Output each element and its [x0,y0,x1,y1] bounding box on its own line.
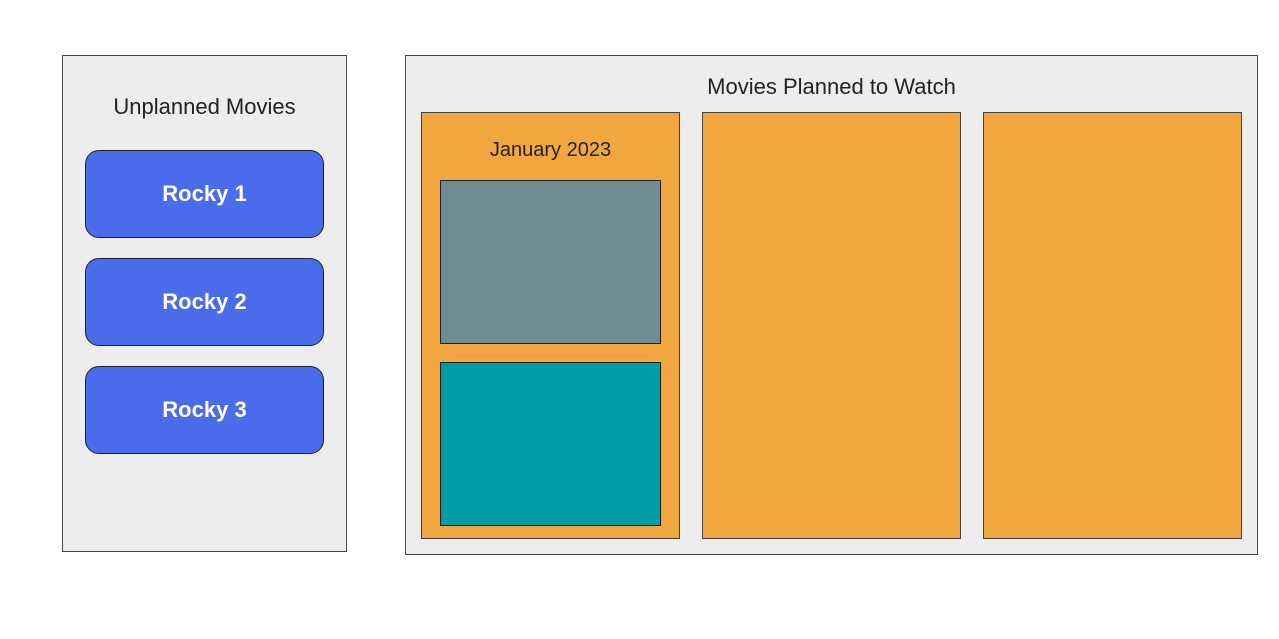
month-column[interactable]: January 2023 [421,112,680,539]
planned-movies-title: Movies Planned to Watch [406,56,1257,112]
month-column[interactable] [702,112,961,539]
month-column[interactable] [983,112,1242,539]
months-row: January 2023 [406,112,1257,539]
slot-list [422,180,679,526]
movie-card-label: Rocky 2 [162,289,246,315]
movie-slot[interactable] [440,180,661,344]
movie-card[interactable]: Rocky 3 [85,366,324,454]
movie-card[interactable]: Rocky 1 [85,150,324,238]
movie-card[interactable]: Rocky 2 [85,258,324,346]
unplanned-movies-title: Unplanned Movies [63,56,346,150]
movie-card-label: Rocky 3 [162,397,246,423]
movie-slot[interactable] [440,362,661,526]
unplanned-movies-list: Rocky 1 Rocky 2 Rocky 3 [63,150,346,454]
movie-card-label: Rocky 1 [162,181,246,207]
month-label: January 2023 [422,113,679,180]
planned-movies-panel: Movies Planned to Watch January 2023 [405,55,1258,555]
unplanned-movies-panel: Unplanned Movies Rocky 1 Rocky 2 Rocky 3 [62,55,347,552]
